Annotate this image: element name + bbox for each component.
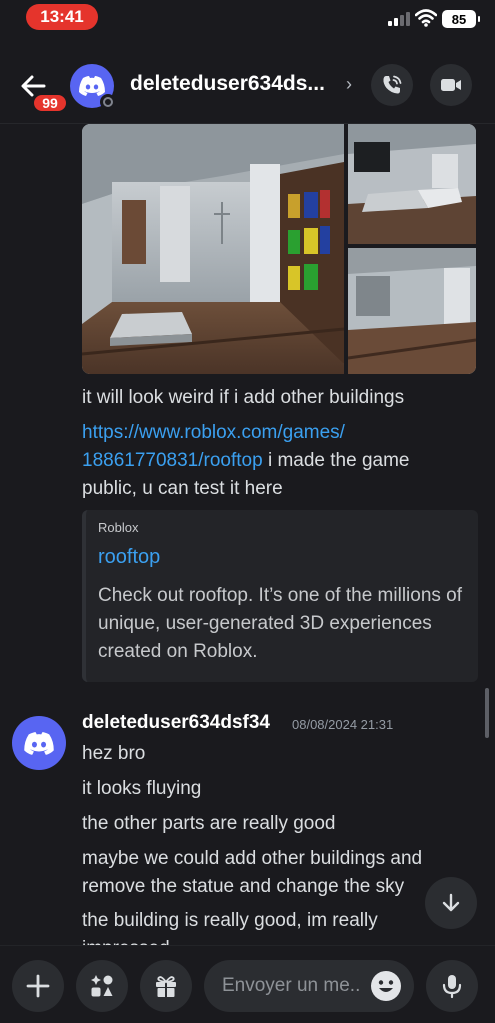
discord-logo-icon [79, 76, 105, 96]
message-text: the building is really good, im really i… [82, 910, 378, 945]
room-render-image [348, 248, 476, 374]
message-text: it looks fluying [82, 778, 202, 799]
message-text: public, u can test it here [82, 478, 283, 499]
emoji-icon[interactable] [370, 970, 402, 1002]
video-call-button[interactable] [430, 64, 472, 106]
avatar[interactable] [12, 716, 66, 770]
embed-provider[interactable]: Roblox [98, 520, 138, 535]
video-camera-icon [441, 79, 461, 91]
status-time: 13:41 [26, 4, 98, 30]
status-bar: 13:41 85 [0, 0, 495, 40]
battery-indicator: 85 [442, 10, 480, 28]
message-author[interactable]: deleteduser634dsf34 [82, 712, 270, 734]
room-render-image [348, 124, 476, 244]
attachment-image-1[interactable] [82, 124, 344, 374]
jump-to-bottom-button[interactable] [425, 877, 477, 929]
apps-button[interactable] [76, 960, 128, 1012]
voice-message-button[interactable] [426, 960, 478, 1012]
phone-call-icon [383, 75, 402, 94]
embed-description: Check out rooftop. It’s one of the milli… [98, 585, 463, 662]
message-text: the other parts are really good [82, 813, 336, 834]
gift-icon [156, 976, 176, 997]
room-render-image [82, 124, 344, 374]
add-attachment-button[interactable] [12, 960, 64, 1012]
status-offline-icon [100, 94, 116, 110]
embed-title[interactable]: rooftop [98, 546, 160, 569]
scrollbar[interactable] [485, 688, 489, 738]
arrow-down-icon [442, 893, 460, 912]
message-text: hez bro [82, 743, 146, 764]
discord-logo-icon [24, 731, 54, 755]
wifi-icon [415, 9, 437, 27]
unread-badge: 99 [31, 92, 69, 114]
channel-header: 99 deleteduser634ds... › [0, 44, 495, 124]
voice-call-button[interactable] [371, 64, 413, 106]
attachment-image-3[interactable] [348, 248, 476, 374]
message-text: i made the game [262, 450, 410, 471]
image-attachments [82, 124, 476, 374]
message-composer: Envoyer un me.. [0, 945, 495, 1023]
message-text: it will look weird if i add other buildi… [82, 387, 405, 408]
attachment-image-2[interactable] [348, 124, 476, 244]
link-text-line1: https://www.roblox.com/games/ [82, 422, 345, 443]
chevron-right-icon[interactable]: › [346, 74, 352, 95]
gift-button[interactable] [140, 960, 192, 1012]
microphone-icon [442, 975, 462, 999]
apps-icon [91, 975, 113, 997]
message-text: maybe we could add other buildings and r… [82, 848, 423, 897]
message-timestamp: 08/08/2024 21:31 [292, 717, 394, 732]
link-embed[interactable]: Roblox rooftop Check out rooftop. It’s o… [82, 510, 478, 682]
plus-icon [26, 974, 50, 998]
cellular-signal-icon [388, 12, 410, 26]
message-with-link: https://www.roblox.com/games/18861770831… [82, 419, 482, 503]
page-title[interactable]: deleteduser634ds... [130, 72, 340, 96]
link-text-line2: 18861770831/rooftop [82, 450, 263, 471]
